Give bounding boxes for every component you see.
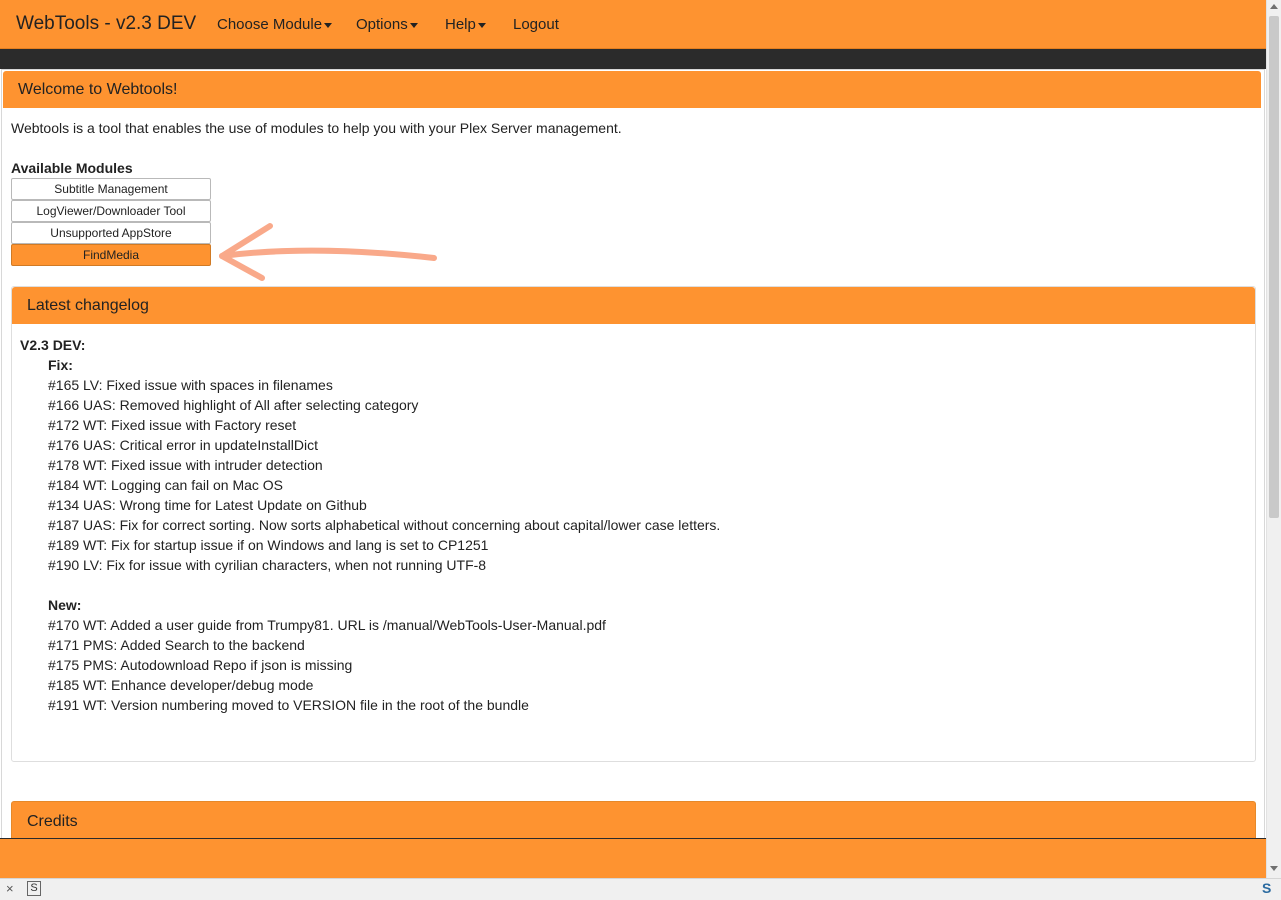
changelog-entry: #178 WT: Fixed issue with intruder detec… bbox=[48, 457, 323, 473]
top-navbar: WebTools - v2.3 DEV Choose Module Option… bbox=[0, 0, 1266, 49]
changelog-version: V2.3 DEV: bbox=[20, 337, 86, 353]
scrollbar-thumb[interactable] bbox=[1269, 16, 1279, 518]
changelog-entry: #187 UAS: Fix for correct sorting. Now s… bbox=[48, 517, 721, 533]
intro-text: Webtools is a tool that enables the use … bbox=[11, 120, 622, 136]
changelog-title: Latest changelog bbox=[27, 297, 149, 314]
nav-options-label: Options bbox=[356, 16, 408, 33]
browser-status-bar: × S S bbox=[0, 878, 1281, 900]
scroll-down-arrow-icon[interactable] bbox=[1270, 866, 1278, 871]
module-button-appstore[interactable]: Unsupported AppStore bbox=[11, 222, 211, 244]
nav-choose-module-label: Choose Module bbox=[217, 16, 323, 33]
changelog-entry: #191 WT: Version numbering moved to VERS… bbox=[48, 697, 529, 713]
welcome-title: Welcome to Webtools! bbox=[18, 81, 178, 98]
changelog-entry: #190 LV: Fix for issue with cyrilian cha… bbox=[48, 557, 487, 573]
nav-options[interactable]: Options bbox=[356, 16, 418, 33]
module-button-logviewer[interactable]: LogViewer/Downloader Tool bbox=[11, 200, 211, 222]
scroll-up-arrow-icon[interactable] bbox=[1270, 4, 1278, 9]
annotation-arrow-icon bbox=[219, 223, 437, 281]
changelog-entry: #171 PMS: Added Search to the backend bbox=[48, 637, 305, 653]
fix-heading: Fix: bbox=[48, 357, 73, 373]
nav-choose-module[interactable]: Choose Module bbox=[217, 16, 333, 33]
welcome-panel-header: Welcome to Webtools! bbox=[3, 71, 1261, 108]
changelog-panel: Latest changelog V2.3 DEV: Fix: #165 LV:… bbox=[11, 286, 1256, 762]
module-button-findmedia[interactable]: FindMedia bbox=[11, 244, 211, 266]
changelog-entry: #175 PMS: Autodownload Repo if json is m… bbox=[48, 657, 353, 673]
main-panel: Welcome to Webtools! Webtools is a tool … bbox=[1, 69, 1265, 840]
changelog-entry: #134 UAS: Wrong time for Latest Update o… bbox=[48, 497, 367, 513]
close-icon[interactable]: × bbox=[6, 881, 14, 896]
s-extension-icon-right[interactable]: S bbox=[1262, 880, 1271, 896]
s-extension-icon[interactable]: S bbox=[27, 881, 41, 896]
changelog-entry: #170 WT: Added a user guide from Trumpy8… bbox=[48, 617, 606, 633]
footer-bar bbox=[0, 838, 1266, 879]
caret-down-icon bbox=[324, 22, 333, 28]
credits-panel-header: Credits bbox=[11, 801, 1256, 839]
nav-logout-label: Logout bbox=[513, 16, 559, 33]
nav-help[interactable]: Help bbox=[445, 16, 486, 33]
modules-heading: Available Modules bbox=[11, 160, 133, 176]
changelog-body: V2.3 DEV: Fix: #165 LV: Fixed issue with… bbox=[20, 335, 720, 715]
changelog-entry: #189 WT: Fix for startup issue if on Win… bbox=[48, 537, 489, 553]
module-button-subtitle-management[interactable]: Subtitle Management bbox=[11, 178, 211, 200]
changelog-entry: #176 UAS: Critical error in updateInstal… bbox=[48, 437, 319, 453]
vertical-scrollbar[interactable] bbox=[1266, 0, 1281, 878]
credits-title: Credits bbox=[27, 813, 78, 830]
changelog-entry: #165 LV: Fixed issue with spaces in file… bbox=[48, 377, 333, 393]
changelog-entry: #172 WT: Fixed issue with Factory reset bbox=[48, 417, 297, 433]
changelog-header: Latest changelog bbox=[12, 287, 1255, 324]
nav-logout[interactable]: Logout bbox=[513, 16, 559, 33]
navbar-divider bbox=[0, 49, 1266, 69]
nav-help-label: Help bbox=[445, 16, 476, 33]
changelog-entry: #184 WT: Logging can fail on Mac OS bbox=[48, 477, 284, 493]
caret-down-icon bbox=[477, 22, 486, 28]
changelog-entry: #166 UAS: Removed highlight of All after… bbox=[48, 397, 419, 413]
changelog-fix-section: Fix: #165 LV: Fixed issue with spaces in… bbox=[48, 355, 720, 715]
changelog-entry: #185 WT: Enhance developer/debug mode bbox=[48, 677, 314, 693]
caret-down-icon bbox=[409, 22, 418, 28]
new-heading: New: bbox=[48, 597, 82, 613]
app-brand[interactable]: WebTools - v2.3 DEV bbox=[16, 13, 196, 35]
